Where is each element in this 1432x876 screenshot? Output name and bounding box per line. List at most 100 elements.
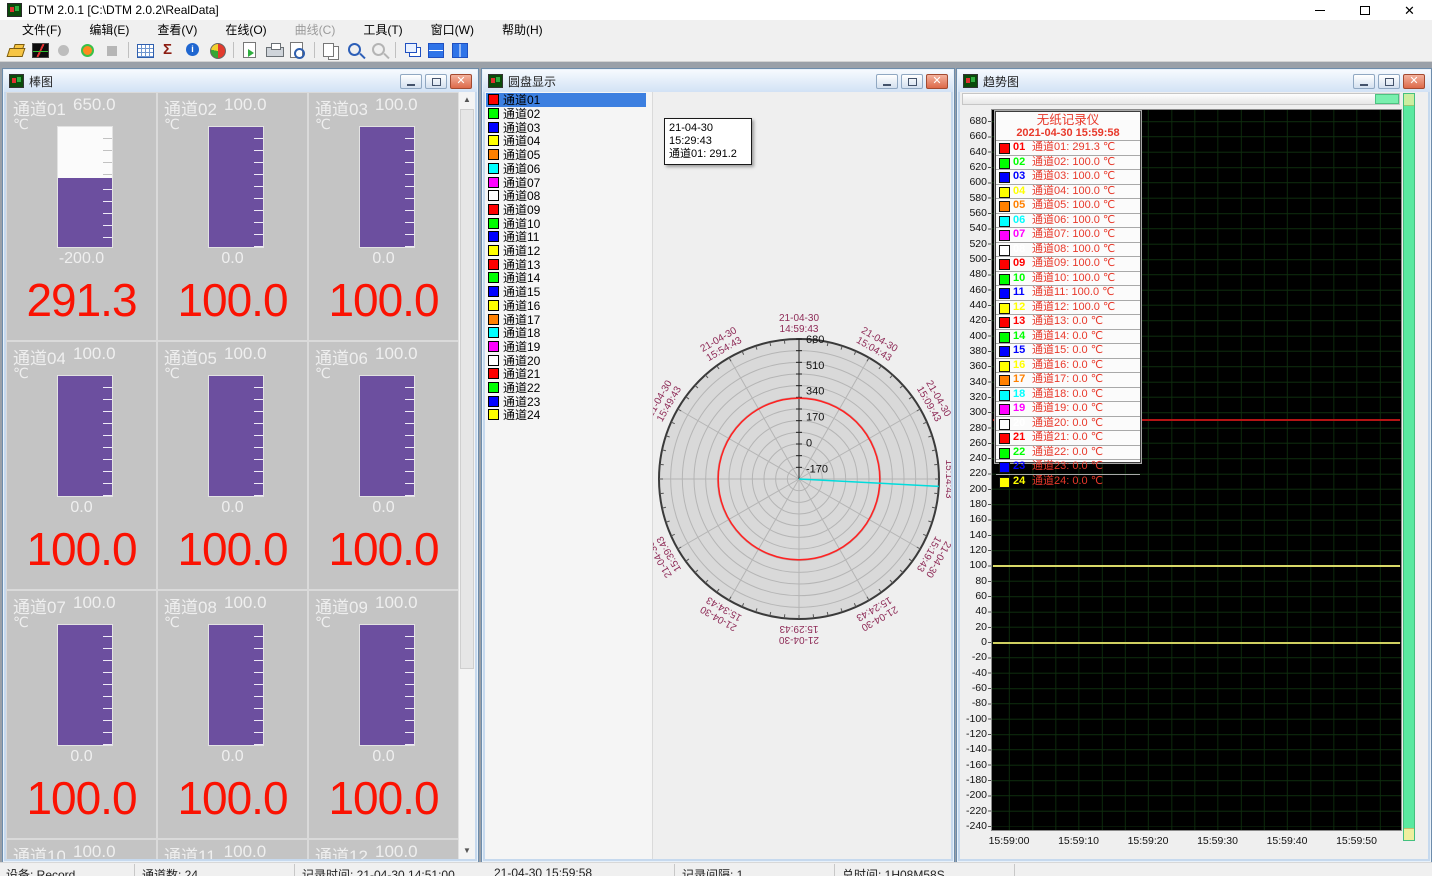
record-inactive-icon[interactable] (52, 39, 76, 61)
child-minimize-button[interactable] (1353, 74, 1375, 89)
stop-inactive-icon[interactable] (100, 39, 124, 61)
copy-icon[interactable] (319, 39, 343, 61)
gauge-unit: ℃ (315, 116, 331, 133)
legend-row[interactable]: 14通道14: 0.0 ℃ (996, 329, 1140, 344)
legend-row[interactable]: 23通道23: 0.0 ℃ (996, 459, 1140, 474)
legend-row[interactable]: 06通道06: 100.0 ℃ (996, 213, 1140, 228)
rim-tick (695, 570, 698, 573)
hscroll-thumb[interactable] (1375, 94, 1399, 104)
menu-tools[interactable]: 工具(T) (349, 19, 416, 40)
menu-window[interactable]: 窗口(W) (417, 19, 488, 40)
horizontal-scrollbar[interactable] (962, 93, 1400, 105)
tile-horizontal-icon[interactable] (424, 39, 448, 61)
legend-row[interactable]: 15通道15: 0.0 ℃ (996, 343, 1140, 358)
legend-row[interactable]: 17通道17: 0.0 ℃ (996, 372, 1140, 387)
legend-color-swatch (999, 448, 1010, 459)
legend-row[interactable]: 08通道08: 100.0 ℃ (996, 242, 1140, 257)
minimize-button[interactable] (1297, 0, 1342, 20)
series-line (993, 642, 1400, 644)
legend-row[interactable]: 22通道22: 0.0 ℃ (996, 445, 1140, 460)
vertical-scrollbar[interactable] (1403, 93, 1415, 841)
svg-text:14:59:43: 14:59:43 (780, 324, 819, 335)
legend-channel-number: 10 (1013, 272, 1025, 285)
legend-row[interactable]: 02通道02: 100.0 ℃ (996, 155, 1140, 170)
channel-list-item[interactable]: 通道24 (486, 408, 646, 422)
bar-window-titlebar[interactable]: 棒图 ✕ (4, 70, 477, 92)
menu-edit[interactable]: 编辑(E) (75, 19, 143, 40)
close-button[interactable]: ✕ (1387, 0, 1432, 20)
export-icon[interactable] (238, 39, 262, 61)
polar-spoke (799, 409, 920, 479)
zoom-in-icon[interactable] (343, 39, 367, 61)
pie-chart-icon[interactable] (205, 39, 229, 61)
menu-view[interactable]: 查看(V) (143, 19, 211, 40)
gauge-channel-name: 通道10 (13, 842, 65, 859)
legend-row[interactable]: 01通道01: 291.3 ℃ (996, 140, 1140, 155)
print-icon[interactable] (262, 39, 286, 61)
child-minimize-button[interactable] (400, 74, 422, 89)
gauge-fill-ticks (405, 127, 414, 247)
legend-row[interactable]: 03通道03: 100.0 ℃ (996, 169, 1140, 184)
child-close-button[interactable]: ✕ (1403, 74, 1425, 89)
cascade-windows-icon[interactable] (400, 39, 424, 61)
polar-disc (659, 339, 939, 619)
disc-window-titlebar[interactable]: 圆盘显示 ✕ (483, 70, 953, 92)
child-maximize-button[interactable] (901, 74, 923, 89)
legend-row[interactable]: 10通道10: 100.0 ℃ (996, 271, 1140, 286)
bar-window-scrollbar[interactable]: ▲ ▼ (458, 92, 475, 859)
child-close-button[interactable]: ✕ (450, 74, 472, 89)
legend-channel-number: 05 (1013, 199, 1025, 212)
legend-row[interactable]: 07通道07: 100.0 ℃ (996, 227, 1140, 242)
legend-row[interactable]: 05通道05: 100.0 ℃ (996, 198, 1140, 213)
child-close-button[interactable]: ✕ (926, 74, 948, 89)
vscroll-top-cap[interactable] (1404, 94, 1414, 106)
record-active-icon[interactable] (76, 39, 100, 61)
legend-row[interactable]: 04通道04: 100.0 ℃ (996, 184, 1140, 199)
legend-row[interactable]: 24通道24: 0.0 ℃ (996, 474, 1140, 489)
legend-row[interactable]: 19通道19: 0.0 ℃ (996, 401, 1140, 416)
legend-row[interactable]: 11通道11: 100.0 ℃ (996, 285, 1140, 300)
gauge-fill-ticks (254, 376, 263, 496)
child-maximize-button[interactable] (425, 74, 447, 89)
polar-ring (741, 421, 858, 538)
rim-tick (717, 366, 719, 369)
legend-row[interactable]: 09通道09: 100.0 ℃ (996, 256, 1140, 271)
child-maximize-button[interactable] (1378, 74, 1400, 89)
legend-color-swatch (999, 216, 1010, 227)
child-minimize-button[interactable] (876, 74, 898, 89)
legend-row[interactable]: 18通道18: 0.0 ℃ (996, 387, 1140, 402)
tile-vertical-icon[interactable] (448, 39, 472, 61)
print-preview-icon[interactable] (286, 39, 310, 61)
info-icon[interactable] (181, 39, 205, 61)
menu-curve[interactable]: 曲线(C) (281, 19, 350, 40)
legend-row[interactable]: 16通道16: 0.0 ℃ (996, 358, 1140, 373)
gauge-header: 通道12100.0 (315, 842, 456, 859)
menu-help[interactable]: 帮助(H) (488, 19, 557, 40)
gauge-min-value: 0.0 (158, 499, 307, 517)
trend-window-titlebar[interactable]: 趋势图 ✕ (958, 70, 1430, 92)
menu-online[interactable]: 在线(O) (211, 19, 280, 40)
legend-row[interactable]: 12通道12: 100.0 ℃ (996, 300, 1140, 315)
zoom-out-disabled-icon[interactable] (367, 39, 391, 61)
gauge-unit: ℃ (315, 365, 331, 382)
y-axis-label: 400 (960, 330, 987, 342)
legend-row[interactable]: 20通道20: 0.0 ℃ (996, 416, 1140, 431)
scroll-up-icon[interactable]: ▲ (459, 92, 475, 108)
legend-row[interactable]: 13通道13: 0.0 ℃ (996, 314, 1140, 329)
x-axis-label: 15:59:50 (1329, 835, 1385, 847)
y-axis-label: 460 (960, 284, 987, 296)
legend-color-swatch (999, 245, 1010, 256)
menu-file[interactable]: 文件(F) (8, 19, 75, 40)
scroll-down-icon[interactable]: ▼ (459, 843, 475, 859)
open-file-icon[interactable] (4, 39, 28, 61)
vscroll-bottom-cap[interactable] (1404, 828, 1414, 840)
chart-view-icon[interactable] (28, 39, 52, 61)
legend-channel-number: 23 (1013, 460, 1025, 473)
scrollbar-thumb[interactable] (460, 109, 474, 669)
data-table-icon[interactable] (133, 39, 157, 61)
svg-text:21-04-30: 21-04-30 (923, 539, 951, 580)
maximize-button[interactable] (1342, 0, 1387, 20)
sum-icon[interactable] (157, 39, 181, 61)
radial-axis-label: -170 (806, 463, 828, 475)
legend-row[interactable]: 21通道21: 0.0 ℃ (996, 430, 1140, 445)
